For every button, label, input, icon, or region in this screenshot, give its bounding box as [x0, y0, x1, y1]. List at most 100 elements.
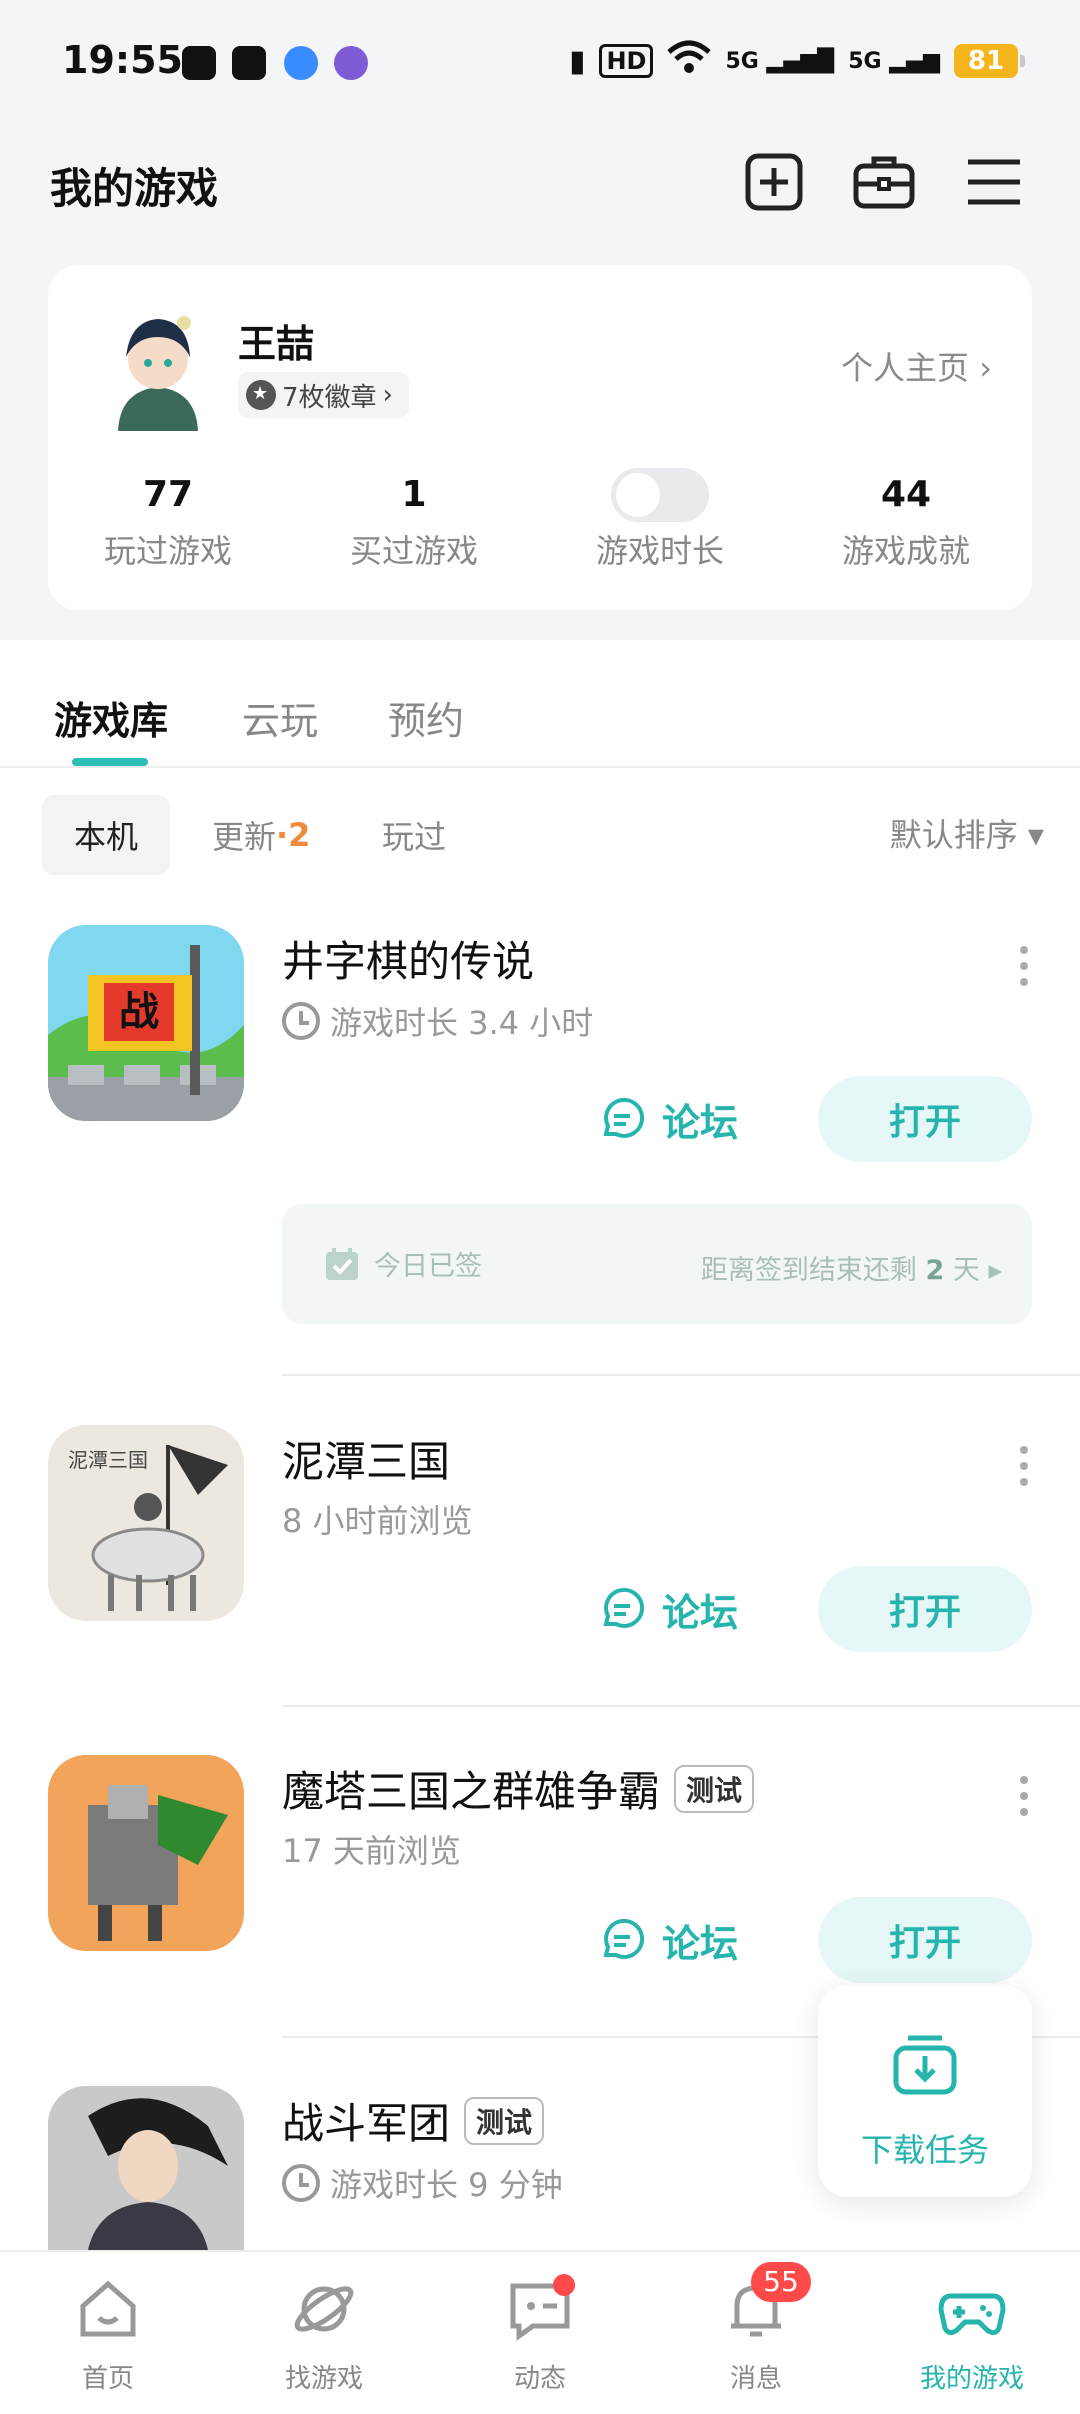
checkin-remaining-value: 2 — [925, 1255, 945, 1286]
checkin-status-label: 今日已签 — [374, 1251, 482, 1282]
nav-activity[interactable]: 动态 — [460, 2274, 620, 2395]
checkin-banner[interactable]: 今日已签 距离签到结束还剩 2 天 ▸ — [282, 1204, 1032, 1324]
filter-update-label: 更新 — [212, 818, 277, 856]
play-time: 游戏时长 3.4 小时 — [330, 1004, 594, 1042]
checkin-remaining: 距离签到结束还剩 2 天 ▸ — [701, 1248, 1002, 1287]
gamepad-icon — [937, 2274, 1007, 2344]
avatar[interactable] — [100, 301, 216, 431]
test-tag: 测试 — [464, 2096, 545, 2145]
forum-button[interactable]: 论坛 — [598, 1913, 738, 1968]
open-button[interactable]: 打开 — [818, 1897, 1032, 1983]
game-title[interactable]: 泥潭三国 — [282, 1428, 450, 1489]
signal-label: 5G — [725, 48, 759, 74]
nav-label: 我的游戏 — [919, 2364, 1024, 2394]
nav-label: 首页 — [81, 2364, 134, 2394]
nav-label: 消息 — [729, 2364, 782, 2394]
homepage-link[interactable]: 个人主页 › — [841, 343, 992, 389]
update-count: 2 — [288, 816, 311, 854]
clock-icon — [282, 2164, 320, 2202]
forum-icon — [603, 1097, 645, 1138]
checkin-status: 今日已签 — [324, 1244, 482, 1283]
game-title[interactable]: 井字棋的传说 — [282, 928, 534, 989]
signal-icon: 5G ▂▄▆█ — [725, 48, 835, 74]
open-button[interactable]: 打开 — [818, 1566, 1032, 1652]
medal-icon — [246, 380, 276, 410]
clock-icon — [282, 1002, 320, 1040]
stat-label: 游戏时长 — [595, 532, 724, 570]
wechat-icon — [182, 46, 216, 80]
sort-dropdown[interactable]: 默认排序 ▾ — [890, 810, 1044, 856]
game-icon[interactable] — [48, 1755, 244, 1951]
bell-icon: 55 — [721, 2262, 811, 2344]
app-notification-icon-2 — [334, 46, 368, 80]
filter-played[interactable]: 玩过 — [382, 795, 446, 875]
svg-text:战: 战 — [119, 989, 159, 1035]
last-viewed: 8 小时前浏览 — [282, 1502, 473, 1540]
page-title: 我的游戏 — [50, 164, 219, 213]
add-icon[interactable] — [742, 150, 806, 214]
message-count-badge: 55 — [751, 2262, 811, 2302]
notification-dot — [553, 2274, 575, 2296]
hd-icon: HD — [599, 44, 654, 78]
tab-game-library[interactable]: 游戏库 — [54, 690, 168, 745]
nav-messages[interactable]: 55 消息 — [676, 2262, 836, 2395]
filter-update[interactable]: 更新 · 2 — [212, 795, 310, 875]
game-title[interactable]: 战斗军团 测试 — [282, 2090, 545, 2151]
tab-cloud-play[interactable]: 云玩 — [242, 690, 318, 745]
game-title[interactable]: 魔塔三国之群雄争霸 测试 — [282, 1758, 755, 1819]
stat-label: 玩过游戏 — [103, 532, 232, 570]
menu-icon[interactable] — [962, 150, 1026, 214]
nav-find-games[interactable]: 找游戏 — [244, 2274, 404, 2395]
forum-label: 论坛 — [662, 1101, 739, 1145]
more-options-icon[interactable] — [1020, 1446, 1030, 1494]
download-icon — [893, 2035, 957, 2095]
toggle-knob — [616, 473, 660, 517]
status-right: ▮ HD 5G ▂▄▆█ 5G ▂▄▆ 81 — [569, 38, 1025, 84]
tiktok-icon — [232, 46, 266, 80]
nav-home[interactable]: 首页 — [28, 2274, 188, 2395]
stat-played-games[interactable]: 77 玩过游戏 — [48, 470, 288, 572]
game-icon[interactable]: 战 — [48, 925, 244, 1121]
chat-icon — [505, 2274, 575, 2344]
test-tag: 测试 — [674, 1764, 755, 1813]
active-tab-indicator — [72, 758, 148, 766]
tab-reservation[interactable]: 预约 — [388, 690, 464, 745]
last-viewed: 17 天前浏览 — [282, 1832, 461, 1870]
toolbox-icon[interactable] — [852, 150, 916, 214]
badges-chip[interactable]: 7枚徽章 › — [238, 372, 409, 418]
play-time: 游戏时长 9 分钟 — [330, 2166, 563, 2204]
download-task-button[interactable]: 下载任务 — [818, 1985, 1032, 2197]
checkin-remaining-suffix: 天 — [952, 1255, 980, 1286]
stat-value: 77 — [142, 474, 194, 515]
forum-icon — [603, 1587, 645, 1628]
profile-card: 王喆 7枚徽章 › 个人主页 › 77 玩过游戏 1 买过游戏 游戏时长 44 … — [48, 265, 1032, 610]
chevron-right-icon: ▸ — [988, 1255, 1002, 1286]
svg-text:泥潭三国: 泥潭三国 — [68, 1448, 148, 1472]
divider — [282, 1374, 1080, 1376]
forum-icon — [603, 1918, 645, 1959]
download-task-label: 下载任务 — [860, 2131, 989, 2169]
forum-button[interactable]: 论坛 — [598, 1582, 738, 1637]
nav-my-games[interactable]: 我的游戏 — [892, 2274, 1052, 2395]
play-time-toggle-wrap — [540, 468, 780, 522]
open-button[interactable]: 打开 — [818, 1076, 1032, 1162]
stat-bought-games[interactable]: 1 买过游戏 — [294, 470, 534, 572]
play-time-toggle[interactable] — [611, 468, 709, 522]
more-options-icon[interactable] — [1020, 946, 1030, 994]
status-time: 19:55 — [62, 38, 183, 82]
forum-button[interactable]: 论坛 — [598, 1092, 738, 1147]
game-icon[interactable] — [48, 2086, 244, 2250]
game-subtitle: 17 天前浏览 — [282, 1826, 461, 1872]
filter-local[interactable]: 本机 — [42, 795, 170, 875]
more-options-icon[interactable] — [1020, 1776, 1030, 1824]
nav-label: 找游戏 — [284, 2364, 363, 2394]
stat-play-time[interactable]: 游戏时长 — [540, 468, 780, 572]
wifi-icon — [667, 40, 712, 82]
homepage-link-label: 个人主页 — [841, 349, 970, 387]
stat-achievements[interactable]: 44 游戏成就 — [786, 470, 1026, 572]
nav-label: 动态 — [513, 2364, 566, 2394]
forum-label: 论坛 — [662, 1591, 739, 1635]
game-icon[interactable]: 泥潭三国 — [48, 1425, 244, 1621]
battery-icon: 81 — [954, 44, 1025, 78]
user-name: 王喆 — [238, 322, 315, 366]
